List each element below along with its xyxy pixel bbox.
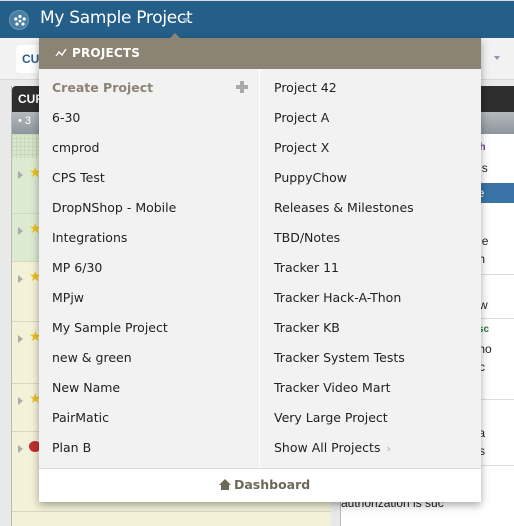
project-menu-item[interactable]: CPS Test <box>52 163 257 193</box>
project-menu-item[interactable]: Very Large Project <box>274 403 474 433</box>
dropdown-header-label: PROJECTS <box>72 46 141 60</box>
activity-line-icon <box>55 48 67 57</box>
project-menu-item[interactable]: Tracker Hack-A-Thon <box>274 283 474 313</box>
dropdown-footer: Dashboard <box>39 468 481 502</box>
project-menu-item[interactable]: cmprod <box>52 133 257 163</box>
chevron-right-icon: › <box>386 442 391 455</box>
home-icon <box>219 479 231 490</box>
project-menu-item[interactable]: Tracker Video Mart <box>274 373 474 403</box>
projects-dropdown: PROJECTS Create Project Show All Project… <box>39 33 481 502</box>
project-menu-item[interactable]: Integrations <box>52 223 257 253</box>
dashboard-link[interactable]: Dashboard <box>219 477 310 492</box>
create-project-link[interactable]: Create Project <box>52 73 257 103</box>
project-selector-title[interactable]: My Sample Project <box>40 8 193 28</box>
project-menu-item[interactable]: TBD/Notes <box>274 223 474 253</box>
show-all-projects-link[interactable]: Show All Projects › <box>274 433 474 463</box>
expand-triangle-icon[interactable] <box>18 335 23 343</box>
dropdown-header: PROJECTS <box>39 38 481 69</box>
project-menu-item[interactable]: Tracker KB <box>274 313 474 343</box>
top-navigation-bar: My Sample Project <box>0 0 514 38</box>
project-menu-item[interactable]: Tracker System Tests <box>274 343 474 373</box>
project-menu-item[interactable]: MP 6/30 <box>52 253 257 283</box>
project-menu-item[interactable]: new & green <box>52 343 257 373</box>
project-menu-item[interactable]: Tracker 11 <box>274 253 474 283</box>
caret-down-icon[interactable] <box>182 18 190 23</box>
project-menu-item[interactable]: My Sample Project <box>52 313 257 343</box>
tracker-logo-icon[interactable] <box>9 10 29 30</box>
dashboard-label: Dashboard <box>234 477 311 492</box>
project-menu-item[interactable]: Project X <box>274 133 474 163</box>
project-menu-item[interactable]: PuppyChow <box>274 163 474 193</box>
project-menu-item[interactable]: Project A <box>274 103 474 133</box>
project-menu-item[interactable]: DropNShop - Mobile <box>52 193 257 223</box>
project-menu-item[interactable]: New Name <box>52 373 257 403</box>
project-menu-item[interactable]: 6-30 <box>52 103 257 133</box>
expand-triangle-icon[interactable] <box>18 397 23 405</box>
column-divider <box>259 69 260 468</box>
project-menu-item[interactable]: Plan B <box>52 433 257 463</box>
project-menu-item[interactable]: PairMatic <box>52 403 257 433</box>
expand-triangle-icon[interactable] <box>18 227 23 235</box>
project-menu-item[interactable]: Project 42 <box>274 73 474 103</box>
expand-triangle-icon[interactable] <box>18 445 23 453</box>
expand-triangle-icon[interactable] <box>18 275 23 283</box>
expand-triangle-icon[interactable] <box>18 171 23 179</box>
project-menu-item[interactable]: MPjw <box>52 283 257 313</box>
show-all-projects-label: Show All Projects <box>274 440 381 455</box>
iteration-label: • 3 <box>18 115 32 127</box>
caret-down-icon[interactable] <box>494 56 500 60</box>
project-menu-item[interactable]: Releases & Milestones <box>274 193 474 223</box>
plus-icon[interactable] <box>236 81 248 93</box>
